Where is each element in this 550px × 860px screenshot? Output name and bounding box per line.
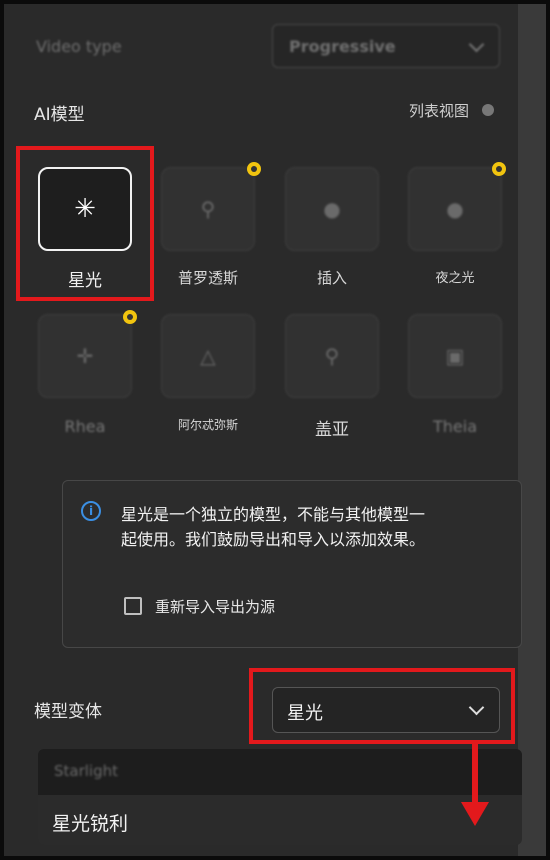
triangle-icon: △ [200,344,216,368]
sparkle-icon: ✳ [74,194,96,224]
premium-badge-icon [123,310,137,324]
model-tile-rhea[interactable]: ✛ [38,314,132,398]
model-variant-value: 星光 [287,703,323,724]
image-icon: ▣ [445,344,465,368]
model-tile-proteus[interactable]: ⚲ [161,167,255,251]
premium-badge-icon [492,162,506,176]
reimport-checkbox-label: 重新导入导出为源 [155,598,276,616]
video-type-select[interactable]: Progressive [272,24,500,68]
info-callout: i 星光是一个独立的模型，不能与其他模型一 起使用。我们鼓励导出和导入以添加效果… [62,480,522,648]
arrow-shaft [472,744,478,806]
model-tile-gaia[interactable]: ⚲ [285,314,379,398]
model-tile-nyx[interactable]: ● [408,167,502,251]
model-variant-select[interactable]: 星光 [272,687,500,733]
arrow-down-icon [461,802,489,826]
model-tile-insert[interactable]: ● [285,167,379,251]
model-variant-label: 模型变体 [34,702,102,722]
scrollbar-track[interactable] [518,4,546,856]
circle-icon: ● [323,197,341,221]
info-icon: i [81,501,101,521]
dropdown-option-label: 星光锐利 [52,813,129,835]
video-type-value: Progressive [289,37,396,56]
help-icon[interactable] [482,104,494,116]
crosshair-icon: ✛ [76,344,94,368]
ai-model-title: AI模型 [34,105,85,125]
info-message-line1: 星光是一个独立的模型，不能与其他模型一 [121,505,426,524]
model-name: 夜之光 [435,271,475,286]
model-tile-theia[interactable]: ▣ [408,314,502,398]
model-tile-starlight[interactable]: ✳ [38,167,132,251]
model-name: 盖亚 [315,420,349,440]
location-icon: ⚲ [324,344,340,368]
list-view-link[interactable]: 列表视图 [409,100,469,121]
chevron-down-icon [468,36,485,53]
dropdown-option-label: Starlight [54,762,119,780]
info-message-line2: 起使用。我们鼓励导出和导入以添加效果。 [121,530,426,549]
model-name: 插入 [316,269,347,287]
magnifier-icon: ⚲ [200,197,216,221]
reimport-checkbox[interactable] [124,597,142,615]
model-name: 阿尔忒弥斯 [177,418,238,432]
dropdown-option[interactable]: Starlight [38,749,522,795]
model-name: 星光 [68,271,102,291]
model-name: 普罗透斯 [177,269,238,287]
model-name: Theia [432,417,477,436]
settings-panel: Video type Progressive AI模型 列表视图 ✳ 星光 ⚲ … [0,0,550,860]
dropdown-option[interactable]: 星光锐利 [38,795,522,845]
model-tile-artemis[interactable]: △ [161,314,255,398]
circle-icon: ● [446,197,464,221]
chevron-down-icon [468,699,485,716]
video-type-label: Video type [36,37,122,56]
model-variant-dropdown: Starlight 星光锐利 [38,749,522,845]
model-name: Rhea [64,417,106,436]
premium-badge-icon [247,162,261,176]
